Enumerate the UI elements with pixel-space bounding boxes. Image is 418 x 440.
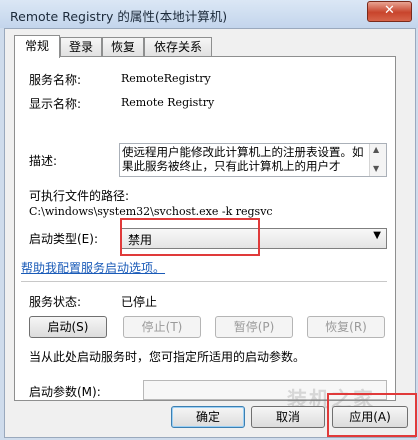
service-status-value: 已停止 <box>121 295 158 309</box>
start-params-label: 启动参数(M): <box>29 385 101 399</box>
service-status-label: 服务状态: <box>29 295 82 309</box>
scroll-up-icon[interactable]: ▲ <box>373 145 379 154</box>
pause-button[interactable]: 暂停(P) <box>215 316 293 338</box>
dialog-body: 常规 登录 恢复 依存关系 服务名称: RemoteRegistry 显示名称:… <box>4 28 417 438</box>
tab-general[interactable]: 常规 <box>14 35 60 58</box>
tab-logon-label: 登录 <box>68 40 93 54</box>
window-title: Remote Registry 的属性(本地计算机) <box>10 9 228 24</box>
scroll-down-icon[interactable]: ▼ <box>373 164 379 173</box>
chevron-down-icon: ▼ <box>373 230 381 241</box>
exe-path-value: C:\windows\system32\svchost.exe -k regsv… <box>29 205 273 218</box>
description-box[interactable]: 使远程用户能修改此计算机上的注册表设置。如果此服务被终止，只有此计算机上的用户才… <box>119 143 387 177</box>
tab-recovery[interactable]: 恢复 <box>102 37 144 57</box>
stop-button[interactable]: 停止(T) <box>123 316 201 338</box>
startup-type-label: 启动类型(E): <box>29 232 98 246</box>
section-divider <box>21 281 387 282</box>
general-panel: 服务名称: RemoteRegistry 显示名称: Remote Regist… <box>14 56 396 401</box>
service-name-label: 服务名称: <box>29 73 82 87</box>
tab-dependencies-label: 依存关系 <box>153 40 202 54</box>
description-text: 使远程用户能修改此计算机上的注册表设置。如果此服务被终止，只有此计算机上的用户才 <box>122 145 364 173</box>
description-label: 描述: <box>29 154 58 168</box>
help-config-link[interactable]: 帮助我配置服务启动选项。 <box>21 259 165 276</box>
tab-logon[interactable]: 登录 <box>60 37 102 57</box>
tab-general-label: 常规 <box>24 39 49 53</box>
title-bar: Remote Registry 的属性(本地计算机) ✕ <box>0 0 418 28</box>
description-scrollbar[interactable]: ▲ ▼ <box>369 144 386 176</box>
display-name-value: Remote Registry <box>121 96 215 109</box>
exe-path-label: 可执行文件的路径: <box>29 189 130 203</box>
close-button[interactable]: ✕ <box>367 1 412 22</box>
display-name-label: 显示名称: <box>29 97 82 111</box>
start-button[interactable]: 启动(S) <box>29 316 107 338</box>
service-name-value: RemoteRegistry <box>121 72 211 85</box>
cancel-button[interactable]: 取消 <box>251 406 325 428</box>
tab-dependencies[interactable]: 依存关系 <box>144 37 212 57</box>
start-params-hint: 当从此处启动服务时，您可指定所适用的启动参数。 <box>29 350 306 364</box>
ok-button[interactable]: 确定 <box>171 406 245 428</box>
apply-highlight <box>327 393 417 437</box>
startup-type-highlight <box>120 218 260 256</box>
close-icon: ✕ <box>384 3 395 18</box>
resume-button[interactable]: 恢复(R) <box>307 316 385 338</box>
tab-recovery-label: 恢复 <box>110 40 135 54</box>
